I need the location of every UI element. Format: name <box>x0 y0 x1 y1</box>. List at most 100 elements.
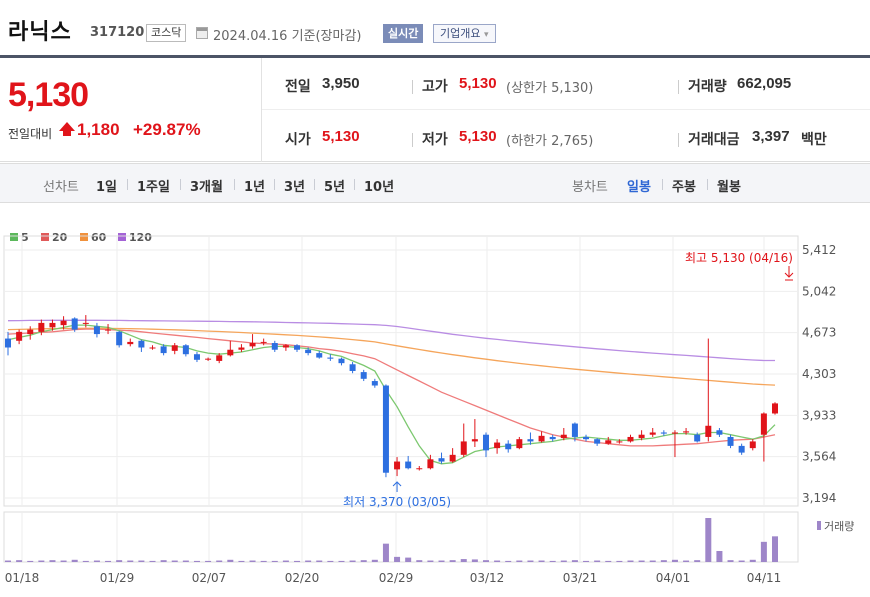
candle-body <box>305 349 312 354</box>
candle-body <box>294 345 301 350</box>
volume-bar <box>427 560 434 562</box>
candle-body <box>716 430 723 435</box>
candle-body <box>683 431 690 433</box>
y-tick-label: 3,564 <box>802 450 836 464</box>
volume-bar <box>282 560 289 562</box>
candle-body <box>494 442 501 449</box>
candle-body <box>649 432 656 435</box>
volume-bar <box>82 560 89 562</box>
ma60-line <box>7 327 776 386</box>
candle-body <box>16 331 23 341</box>
candle-body <box>249 343 256 347</box>
volume-bar <box>527 560 534 562</box>
candle-body <box>316 353 323 358</box>
volume-bar <box>660 560 667 562</box>
candle-body <box>505 443 512 450</box>
candle-body <box>571 423 578 437</box>
x-tick-label: 01/18 <box>5 571 40 585</box>
candle-body <box>216 355 223 361</box>
candle-body <box>394 461 401 470</box>
volume-bar <box>93 560 100 562</box>
volume-bar <box>772 536 778 562</box>
volume-frame <box>3 511 799 563</box>
candle-body <box>449 454 456 462</box>
volume-bar <box>360 560 367 562</box>
candle-body <box>193 354 200 360</box>
volume-bar <box>116 560 123 562</box>
candle-body <box>49 322 56 328</box>
candle-body <box>438 458 445 462</box>
candle-body <box>516 439 523 449</box>
volume-bar <box>738 560 745 562</box>
y-tick-label: 3,194 <box>802 491 836 505</box>
volume-bar <box>294 560 301 562</box>
candle-body <box>71 318 78 330</box>
volume-bar <box>638 560 645 562</box>
candle-body <box>527 439 534 442</box>
volume-bar <box>505 560 512 562</box>
candle-body <box>182 345 189 355</box>
candle-body <box>160 346 167 354</box>
candle-body <box>371 381 378 386</box>
candle-body <box>738 445 745 453</box>
volume-bar <box>216 560 223 562</box>
volume-bar <box>649 560 656 562</box>
volume-bar <box>271 560 278 562</box>
volume-bar <box>471 559 478 562</box>
candle-body <box>5 338 11 348</box>
volume-bar <box>627 560 634 562</box>
volume-bar <box>349 560 356 562</box>
candle-body <box>327 357 334 359</box>
candle-body <box>205 358 212 360</box>
volume-bar <box>149 560 156 562</box>
volume-bar <box>171 560 178 562</box>
volume-bar <box>71 559 78 562</box>
candle-body <box>60 320 67 326</box>
volume-bar <box>5 560 11 562</box>
volume-bar <box>238 560 245 562</box>
y-tick-label: 4,673 <box>802 326 836 340</box>
candle-body <box>416 468 423 470</box>
volume-bar <box>716 551 723 562</box>
volume-bar <box>671 559 678 562</box>
ma120-line <box>7 319 775 362</box>
volume-bar <box>205 560 212 562</box>
volume-bar <box>449 560 456 562</box>
candle-body <box>349 364 356 371</box>
candle-body <box>482 434 489 451</box>
candle-body <box>660 432 667 434</box>
volume-bar <box>438 560 445 562</box>
volume-bar <box>371 559 378 562</box>
candle-body <box>538 435 545 442</box>
volume-bar <box>605 560 612 562</box>
candle-body <box>116 331 123 346</box>
y-tick-label: 5,042 <box>802 284 836 298</box>
candle-body <box>594 439 601 444</box>
candle-body <box>338 358 345 364</box>
x-tick-label: 03/12 <box>470 571 505 585</box>
volume-bar <box>316 560 323 562</box>
low-annotation: 최저 3,370 (03/05) <box>343 495 451 509</box>
candle-body <box>460 441 467 455</box>
candle-body <box>405 461 412 469</box>
candle-body <box>727 436 734 446</box>
volume-bar <box>27 560 34 562</box>
x-tick-label: 04/01 <box>656 571 691 585</box>
candle-body <box>694 434 701 442</box>
candle-body <box>627 436 634 442</box>
candle-body <box>271 343 278 350</box>
candle-body <box>427 459 434 469</box>
x-tick-label: 02/07 <box>192 571 227 585</box>
volume-bar <box>138 560 145 562</box>
volume-bar <box>338 560 345 562</box>
volume-bar <box>460 559 467 562</box>
volume-bar <box>193 560 200 562</box>
volume-bar <box>683 560 690 562</box>
volume-bar <box>405 557 412 562</box>
candle-body <box>360 372 367 379</box>
volume-bar <box>305 560 312 562</box>
candle-body <box>282 345 289 348</box>
candle-body <box>583 436 590 440</box>
volume-bar <box>694 560 701 562</box>
volume-bar <box>482 560 489 562</box>
